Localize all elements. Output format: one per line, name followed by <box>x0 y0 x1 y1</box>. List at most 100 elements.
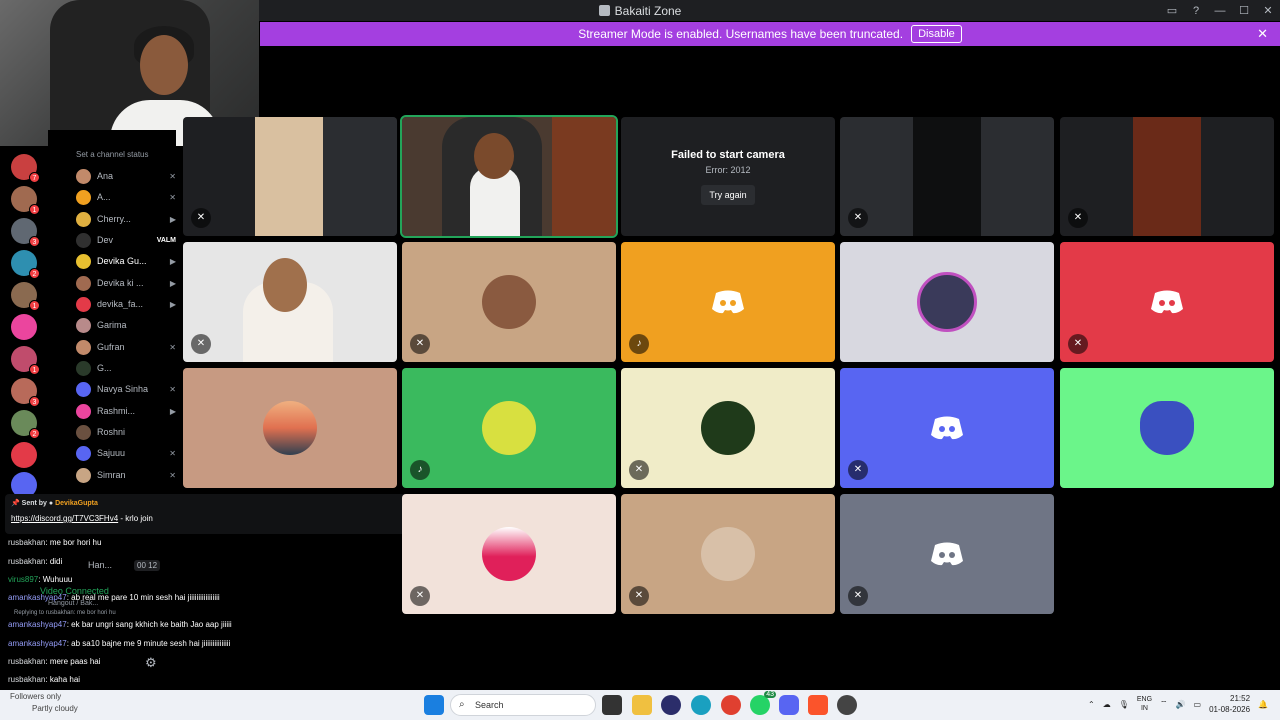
help-icon[interactable]: ? <box>1184 5 1208 17</box>
voice-channel-row[interactable]: Han... 00 12 <box>88 560 161 571</box>
video-tile[interactable]: ✕ <box>402 242 616 362</box>
server-icon[interactable]: 2 <box>11 250 40 279</box>
inbox-icon[interactable]: ▭ <box>1160 4 1184 17</box>
video-tile[interactable] <box>840 242 1054 362</box>
search-icon: ⌕ <box>459 699 465 710</box>
discord-app-icon <box>598 5 610 16</box>
onedrive-icon[interactable]: ☁ <box>1103 700 1111 709</box>
video-tile[interactable]: ✕ <box>621 368 835 488</box>
chevron-up-icon[interactable]: ⌃ <box>1088 700 1095 709</box>
mic-icon: ♪ <box>629 334 649 354</box>
discord-logo-icon <box>931 542 963 566</box>
video-tile-camera-failed[interactable]: Failed to start camera Error: 2012 Try a… <box>621 117 835 236</box>
channel-status-hint[interactable]: Set a channel status <box>76 150 149 159</box>
chrome-icon[interactable] <box>721 695 741 715</box>
invite-link[interactable]: https://discord.gg/T7VC3FHv4 <box>11 514 118 523</box>
microphone-icon[interactable]: 🎙 <box>1119 700 1129 709</box>
mic-muted-icon: ✕ <box>169 342 176 352</box>
weather-widget[interactable]: Followers only Partly cloudy <box>10 692 78 713</box>
member-item[interactable]: Devika ki ... ▶ <box>76 274 176 292</box>
close-window-button[interactable]: ✕ <box>1256 4 1280 17</box>
video-tile[interactable]: ✕ <box>402 494 616 614</box>
mic-muted-icon: ✕ <box>1068 208 1088 228</box>
discord-taskbar-icon[interactable] <box>779 695 799 715</box>
server-icon[interactable]: 1 <box>11 346 40 375</box>
video-icon: ▶ <box>169 256 176 266</box>
video-tile[interactable]: ✕ <box>183 117 397 236</box>
video-tile[interactable]: ✕ <box>1060 242 1274 362</box>
video-tile[interactable]: ✕ <box>183 242 397 362</box>
window-title-group: Bakaiti Zone <box>598 3 682 18</box>
member-item[interactable]: Dev VALM <box>76 231 176 249</box>
member-item[interactable]: Garima <box>76 316 176 334</box>
close-banner-icon[interactable]: ✕ <box>1257 26 1268 42</box>
video-tile[interactable]: ✕ <box>621 494 835 614</box>
video-icon: ▶ <box>169 406 176 416</box>
member-item[interactable]: G... <box>76 359 176 377</box>
video-tile[interactable]: ♪ <box>402 368 616 488</box>
mic-muted-icon: ✕ <box>169 470 176 480</box>
video-tile[interactable] <box>183 368 397 488</box>
language-indicator[interactable]: ENG IN <box>1137 695 1152 713</box>
member-item[interactable]: Cherry... ▶ <box>76 210 176 228</box>
task-view-icon[interactable] <box>602 695 622 715</box>
battery-icon[interactable]: ▭ <box>1194 700 1202 709</box>
clock[interactable]: 21:52 01-08-2026 <box>1209 693 1250 715</box>
maximize-button[interactable]: ☐ <box>1232 4 1256 17</box>
member-item[interactable]: devika_fa... ▶ <box>76 295 176 313</box>
minimize-button[interactable]: — <box>1208 5 1232 17</box>
member-item[interactable]: Sajuuu ✕ <box>76 444 176 462</box>
video-icon: ▶ <box>169 299 176 309</box>
server-icon[interactable]: 7 <box>11 154 40 183</box>
server-icon[interactable] <box>11 442 37 468</box>
chat-message: rusbakhan: me bor hori hu <box>8 538 102 547</box>
server-icon[interactable]: 2 <box>11 410 40 439</box>
participant-video <box>255 117 323 236</box>
server-icon[interactable] <box>11 314 37 340</box>
member-item[interactable]: Devika Gu... ▶ <box>76 252 176 270</box>
video-tile[interactable]: ✕ <box>840 368 1054 488</box>
participant-avatar <box>701 527 755 581</box>
disable-streamer-mode-button[interactable]: Disable <box>911 25 962 43</box>
video-tile-speaking[interactable] <box>400 115 618 238</box>
taskbar-search[interactable]: ⌕ Search <box>450 694 596 716</box>
mic-muted-icon: ✕ <box>169 448 176 458</box>
windows-start-icon[interactable] <box>424 695 444 715</box>
volume-icon[interactable]: 🔊 <box>1176 700 1186 709</box>
mic-muted-icon: ✕ <box>169 171 176 181</box>
member-item[interactable]: A... ✕ <box>76 188 176 206</box>
member-item[interactable]: Rashmi... ▶ <box>76 402 176 420</box>
wifi-icon[interactable]: ⌔ <box>1160 699 1168 709</box>
member-item[interactable]: Ana ✕ <box>76 167 176 185</box>
server-icon[interactable]: 3 <box>11 218 40 247</box>
gear-icon[interactable]: ⚙ <box>145 655 157 671</box>
server-icon[interactable]: 1 <box>11 186 40 215</box>
mic-muted-icon: ✕ <box>169 384 176 394</box>
pinned-link-line: https://discord.gg/T7VC3FHv4 - krlo join <box>11 514 153 523</box>
file-explorer-icon[interactable] <box>632 695 652 715</box>
mic-muted-icon: ✕ <box>848 460 868 480</box>
video-tile[interactable]: ✕ <box>840 494 1054 614</box>
video-tile[interactable]: ♪ <box>621 242 835 362</box>
video-tile[interactable]: ✕ <box>840 117 1054 236</box>
app-icon[interactable] <box>661 695 681 715</box>
server-icon[interactable]: 1 <box>11 282 40 311</box>
video-tile[interactable] <box>1060 368 1274 488</box>
try-again-button[interactable]: Try again <box>701 184 755 205</box>
edge-icon[interactable] <box>691 695 711 715</box>
voice-user-count: 00 12 <box>134 560 161 571</box>
member-item[interactable]: Roshni <box>76 423 176 441</box>
notification-icon[interactable]: 🔔 <box>1258 700 1268 709</box>
whatsapp-icon[interactable]: 43 <box>750 691 776 715</box>
app-icon[interactable] <box>837 695 857 715</box>
server-icon[interactable]: 3 <box>11 378 40 407</box>
brave-icon[interactable] <box>808 695 828 715</box>
participant-avatar <box>917 272 977 332</box>
member-item[interactable]: Navya Sinha ✕ <box>76 380 176 398</box>
window-title: Bakaiti Zone <box>614 3 682 18</box>
member-item[interactable]: Simran ✕ <box>76 466 176 484</box>
video-tile[interactable]: ✕ <box>1060 117 1274 236</box>
mic-muted-icon: ✕ <box>169 192 176 202</box>
member-item[interactable]: Gufran ✕ <box>76 338 176 356</box>
camera-error-code: Error: 2012 <box>705 164 751 175</box>
